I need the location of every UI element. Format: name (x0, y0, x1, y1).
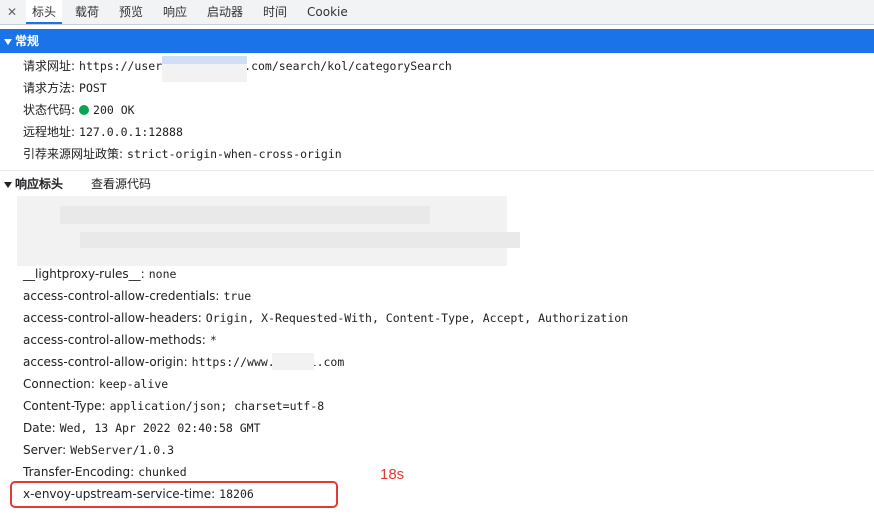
row-value: https://user (79, 59, 163, 73)
row-key: 远程地址: (23, 125, 76, 139)
general-section-header[interactable]: 常规 (0, 29, 874, 53)
row-key: Server: (23, 443, 67, 457)
response-row-allow-credentials: access-control-allow-credentials: true (23, 286, 251, 306)
response-headers-section-header[interactable]: 响应标头 查看源代码 (0, 172, 874, 196)
response-row-allow-methods: access-control-allow-methods: * (23, 330, 217, 350)
tab-response[interactable]: 响应 (163, 0, 187, 24)
row-key: Date: (23, 421, 56, 435)
row-key: 状态代码: (23, 103, 76, 117)
general-row-status-code: 状态代码: 200 OK (23, 100, 135, 120)
view-source-button[interactable]: 查看源代码 (91, 177, 151, 191)
row-value-suffix: i.com (309, 355, 345, 369)
row-value: strict-origin-when-cross-origin (127, 147, 342, 161)
highlight-box (10, 481, 338, 508)
expand-triangle-icon (4, 38, 12, 45)
section-divider (0, 170, 874, 171)
row-value: Wed, 13 Apr 2022 02:40:58 GMT (59, 421, 261, 435)
row-key: __lightproxy-rules__: (23, 267, 145, 281)
status-ok-icon (79, 105, 90, 115)
tab-payload[interactable]: 载荷 (75, 0, 99, 24)
tab-preview[interactable]: 预览 (119, 0, 143, 24)
general-row-remote-address: 远程地址: 127.0.0.1:12888 (23, 122, 183, 142)
row-value-suffix: .com/search/kol/categorySearch (244, 59, 452, 73)
redaction-blur (162, 64, 247, 82)
tab-initiator[interactable]: 启动器 (207, 0, 243, 24)
expand-triangle-icon (4, 181, 12, 188)
row-value: true (223, 289, 252, 303)
row-key: Content-Type: (23, 399, 106, 413)
redaction-blur (162, 56, 247, 64)
response-row-allow-headers: access-control-allow-headers: Origin, X-R… (23, 308, 628, 328)
row-key: Connection: (23, 377, 95, 391)
response-row-connection: Connection: keep-alive (23, 374, 168, 394)
row-key: 请求网址: (23, 59, 76, 73)
row-value: keep-alive (98, 377, 169, 391)
row-key: Transfer-Encoding: (23, 465, 135, 479)
devtools-tab-bar: ✕ 标头 载荷 预览 响应 启动器 时间 Cookie (0, 0, 874, 25)
response-row-content-type: Content-Type: application/json; charset=u… (23, 396, 324, 416)
row-value: 127.0.0.1:12888 (79, 125, 183, 139)
redaction-blur (60, 206, 430, 224)
row-value: chunked (138, 465, 187, 479)
row-key: 请求方法: (23, 81, 76, 95)
row-key: 引荐来源网址政策: (23, 147, 124, 161)
response-row-server: Server: WebServer/1.0.3 (23, 440, 174, 460)
annotation-label: 18s (380, 466, 405, 483)
close-icon[interactable]: ✕ (4, 4, 20, 20)
response-headers-title: 响应标头 (15, 177, 64, 191)
row-value: Origin, X-Requested-With, Content-Type, … (205, 311, 629, 325)
tab-headers[interactable]: 标头 (26, 0, 63, 24)
redaction-blur (80, 232, 520, 248)
row-key: access-control-allow-methods: (23, 333, 206, 347)
general-section-title: 常规 (15, 34, 40, 48)
response-row-date: Date: Wed, 13 Apr 2022 02:40:58 GMT (23, 418, 261, 438)
row-value: 200 OK (93, 103, 135, 117)
tab-cookie[interactable]: Cookie (307, 0, 348, 24)
row-value: * (209, 333, 217, 347)
row-value: POST (79, 81, 107, 95)
tab-timing[interactable]: 时间 (263, 0, 287, 24)
general-row-request-method: 请求方法: POST (23, 78, 107, 98)
response-row-lightproxy-rules: __lightproxy-rules__: none (23, 264, 176, 284)
row-value: none (148, 267, 177, 281)
row-value: application/json; charset=utf-8 (109, 399, 325, 413)
general-row-referrer-policy: 引荐来源网址政策: strict-origin-when-cross-origin (23, 144, 342, 164)
row-key: access-control-allow-credentials: (23, 289, 220, 303)
redaction-blur (272, 353, 314, 370)
row-key: access-control-allow-origin: (23, 355, 188, 369)
row-value: https://www.: (191, 355, 282, 369)
row-value: WebServer/1.0.3 (70, 443, 175, 457)
response-row-transfer-encoding: Transfer-Encoding: chunked (23, 462, 187, 482)
row-key: access-control-allow-headers: (23, 311, 202, 325)
